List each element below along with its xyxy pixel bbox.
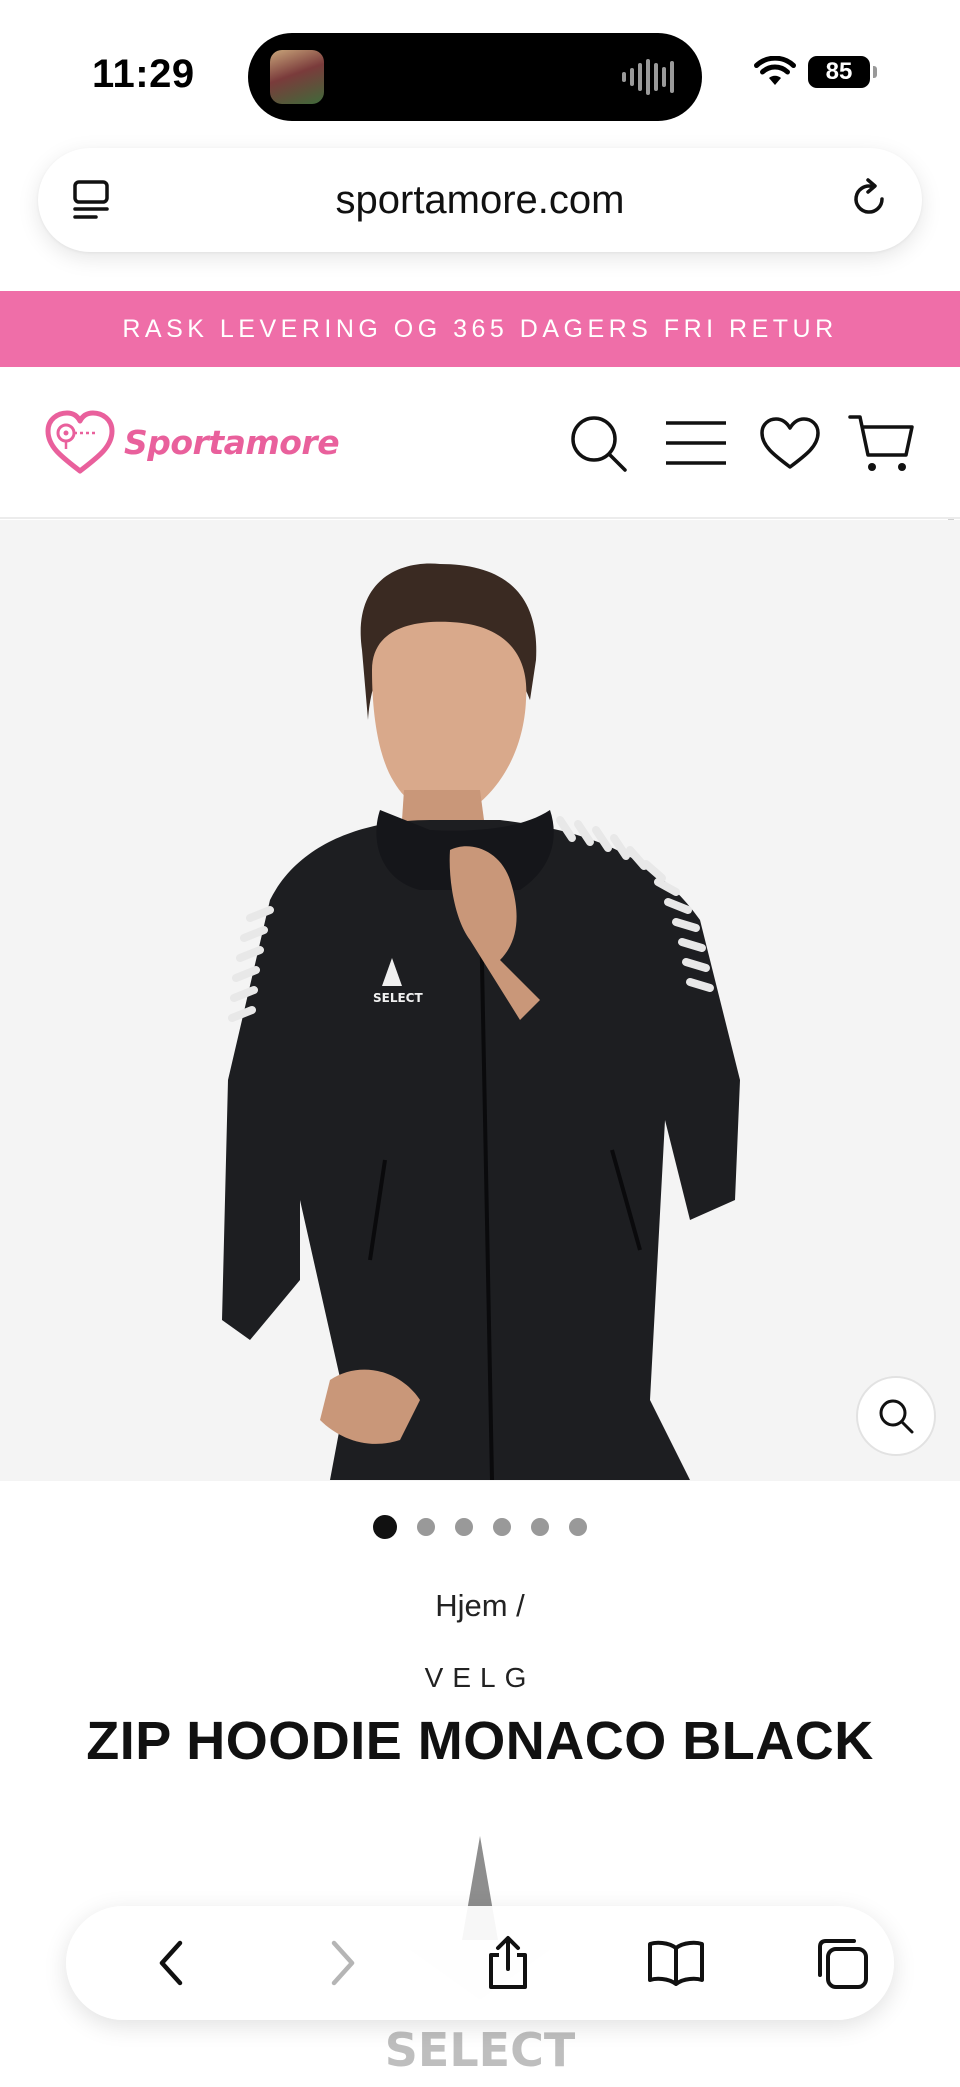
- battery-level: 85: [825, 58, 853, 85]
- promo-banner: RASK LEVERING OG 365 DAGERS FRI RETUR: [0, 291, 960, 367]
- zoom-button[interactable]: [856, 1376, 936, 1456]
- carousel-dot[interactable]: [493, 1518, 511, 1536]
- status-bar: 11:29 85: [0, 0, 960, 150]
- heart-logo-icon: [45, 410, 115, 474]
- dynamic-island[interactable]: [248, 33, 702, 121]
- search-icon[interactable]: [564, 411, 632, 475]
- sportamore-logo[interactable]: Sportamore: [42, 407, 340, 477]
- bookmarks-icon: [648, 1940, 704, 1986]
- carousel-dot[interactable]: [417, 1518, 435, 1536]
- product-title: ZIP HOODIE MONACO BLACK: [86, 1711, 874, 1771]
- forward-icon: [331, 1940, 355, 1986]
- carousel-dot[interactable]: [373, 1515, 397, 1539]
- now-playing-artwork: [270, 50, 324, 104]
- browser-toolbar: [66, 1906, 894, 2020]
- tabs-icon: [818, 1939, 868, 1989]
- wifi-icon: [754, 56, 796, 85]
- logo-text: Sportamore: [124, 422, 340, 462]
- forward-button[interactable]: [310, 1931, 374, 1995]
- svg-text:SELECT: SELECT: [373, 991, 423, 1005]
- tabs-button[interactable]: [810, 1931, 874, 1995]
- battery-cap: [873, 66, 877, 78]
- address-bar[interactable]: sportamore.com: [38, 148, 922, 252]
- cart-icon[interactable]: [848, 411, 916, 475]
- audio-waveform-icon: [622, 59, 674, 95]
- back-button[interactable]: [140, 1931, 204, 1995]
- carousel-dot[interactable]: [531, 1518, 549, 1536]
- status-time: 11:29: [92, 52, 195, 96]
- brand-logo-text: SELECT: [385, 2023, 576, 2077]
- share-icon: [489, 1936, 527, 1989]
- carousel-dot[interactable]: [569, 1518, 587, 1536]
- bookmarks-button[interactable]: [644, 1931, 708, 1995]
- reload-icon[interactable]: [846, 176, 892, 222]
- product-image[interactable]: SELECT: [0, 520, 960, 1481]
- heart-icon[interactable]: [756, 411, 824, 475]
- share-button[interactable]: [476, 1931, 540, 1995]
- product-photo: SELECT: [222, 563, 740, 1481]
- status-indicators: 85: [754, 56, 877, 88]
- battery-indicator: 85: [808, 56, 877, 88]
- back-icon: [159, 1940, 183, 1986]
- carousel-dot[interactable]: [455, 1518, 473, 1536]
- zoom-icon: [879, 1399, 914, 1434]
- breadcrumb[interactable]: Hjem /: [0, 1588, 960, 1624]
- image-carousel-dots: [0, 1515, 960, 1539]
- site-header: Sportamore: [0, 367, 960, 519]
- promo-text: RASK LEVERING OG 365 DAGERS FRI RETUR: [122, 314, 838, 343]
- menu-icon[interactable]: [662, 411, 730, 475]
- url-text[interactable]: sportamore.com: [38, 178, 922, 223]
- product-brand[interactable]: VELG: [0, 1662, 960, 1694]
